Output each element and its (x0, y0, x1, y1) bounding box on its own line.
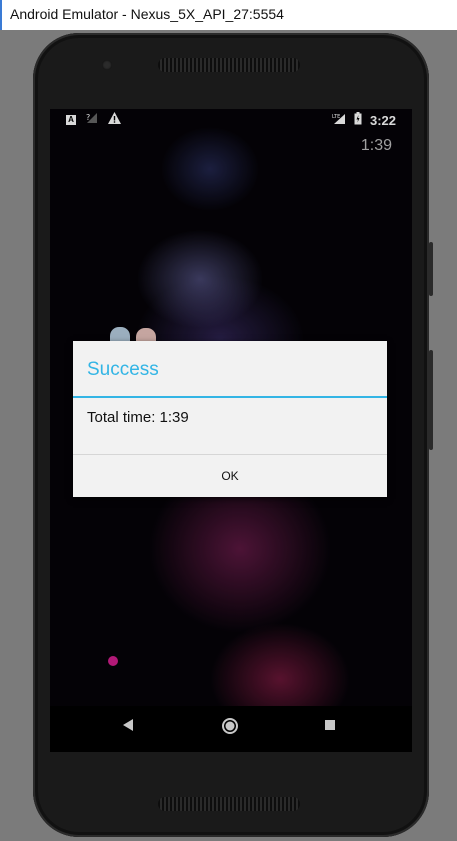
ok-button[interactable]: OK (73, 455, 387, 497)
power-button[interactable] (429, 242, 433, 296)
home-icon[interactable] (221, 717, 239, 740)
window-title: Android Emulator - Nexus_5X_API_27:5554 (10, 6, 284, 22)
dialog-title: Success (87, 359, 159, 380)
top-speaker-grille (158, 58, 300, 72)
dialog-message: Total time: 1:39 (87, 409, 189, 426)
front-camera (102, 60, 112, 70)
volume-button[interactable] (429, 350, 433, 450)
success-dialog: Success Total time: 1:39 OK (73, 341, 387, 497)
device-screen: A ? LTE 3:22 1:39 Success Total time: 1:… (50, 109, 412, 752)
back-icon[interactable] (122, 718, 134, 737)
navigation-bar (50, 706, 412, 752)
emulator-title-bar: Android Emulator - Nexus_5X_API_27:5554 (0, 0, 457, 30)
dialog-title-divider (73, 396, 387, 398)
recents-icon[interactable] (324, 718, 336, 737)
bottom-speaker-grille (158, 797, 300, 811)
